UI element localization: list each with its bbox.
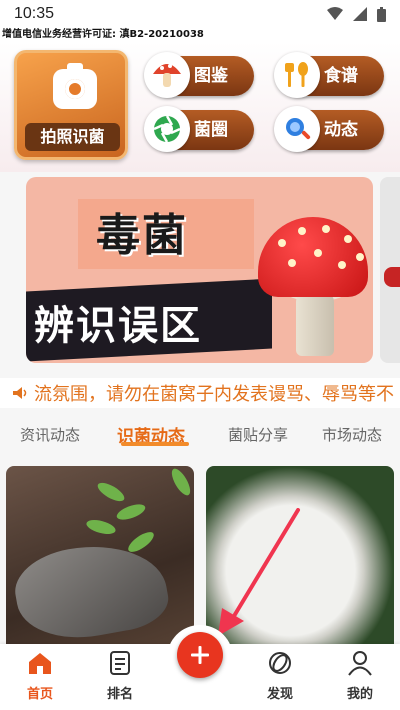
nav-discover-label: 发现 — [266, 687, 293, 702]
mushroom-cap — [258, 217, 368, 297]
license-text: 增值电信业务经营许可证: 滇B2-20210038 — [0, 28, 400, 42]
cap-dot — [322, 225, 330, 233]
mushroom-photo — [9, 533, 173, 649]
cap-dot — [314, 249, 322, 257]
fern-leaf — [114, 501, 148, 523]
nav-profile[interactable]: 我的 — [330, 650, 390, 702]
cap-dot — [288, 259, 296, 267]
aperture-icon — [144, 106, 190, 152]
cap-dot — [338, 261, 346, 269]
promo-banner[interactable]: 毒菌 辨识误区 — [26, 177, 373, 363]
feed-label: 动态 — [324, 120, 358, 140]
nav-rank[interactable]: 排名 — [90, 650, 150, 702]
compass-icon — [269, 652, 291, 674]
circle-button[interactable]: 菌圈 — [144, 106, 254, 152]
circle-label: 菌圈 — [194, 120, 228, 140]
document-icon — [110, 651, 130, 675]
mushroom-stem — [296, 292, 334, 356]
magnifier-icon — [274, 106, 320, 152]
nav-discover[interactable]: 发现 — [250, 650, 310, 702]
feed-tabs: 资讯动态 识菌动态 菌贴分享 市场动态 — [0, 418, 400, 452]
battery-icon — [377, 6, 386, 22]
fern-leaf — [84, 517, 118, 537]
banner-title-line1: 毒菌 — [96, 210, 188, 261]
nav-rank-label: 排名 — [106, 687, 133, 702]
status-time: 10:35 — [14, 5, 55, 22]
home-icon — [29, 653, 51, 674]
next-banner-peek[interactable] — [380, 177, 400, 363]
camera-identify-button[interactable]: 拍照识菌 — [14, 50, 128, 160]
recipe-button[interactable]: 食谱 — [274, 52, 384, 98]
speaker-icon — [13, 387, 27, 399]
add-post-button[interactable] — [177, 632, 223, 678]
camera-identify-label: 拍照识菌 — [25, 123, 120, 151]
camera-icon — [53, 69, 97, 109]
nav-home-label: 首页 — [26, 687, 53, 702]
cap-dot — [356, 253, 364, 261]
active-tab-underline — [121, 442, 189, 446]
feed-card[interactable] — [6, 466, 194, 656]
wifi-icon — [327, 7, 343, 20]
feed-card[interactable] — [206, 466, 394, 656]
fern-leaf — [168, 466, 194, 498]
notice-bar[interactable]: 流氛围，请勿在菌窝子内发表谩骂、辱骂等不 — [0, 378, 400, 408]
fern-leaf — [95, 479, 127, 505]
nav-profile-label: 我的 — [346, 687, 373, 702]
cap-dot — [298, 227, 306, 235]
feed-button[interactable]: 动态 — [274, 106, 384, 152]
recipe-label: 食谱 — [324, 66, 358, 86]
banner-title-line2: 辨识误区 — [34, 303, 202, 349]
nav-home[interactable]: 首页 — [10, 650, 70, 702]
signal-icon — [353, 7, 367, 21]
notice-text: 流氛围，请勿在菌窝子内发表谩骂、辱骂等不 — [34, 384, 394, 405]
tab-market[interactable]: 市场动态 — [322, 424, 382, 445]
tab-share[interactable]: 菌贴分享 — [228, 424, 288, 445]
atlas-button[interactable]: 图鉴 — [144, 52, 254, 98]
tab-news[interactable]: 资讯动态 — [20, 424, 80, 445]
plus-icon — [191, 646, 209, 664]
utensils-icon — [274, 52, 320, 98]
cap-dot — [344, 235, 352, 243]
status-icons — [327, 6, 386, 22]
cap-dot — [278, 239, 286, 247]
person-icon — [348, 651, 372, 676]
status-bar: 10:35 — [0, 0, 400, 28]
atlas-label: 图鉴 — [194, 66, 228, 86]
mushroom-icon — [144, 52, 190, 98]
